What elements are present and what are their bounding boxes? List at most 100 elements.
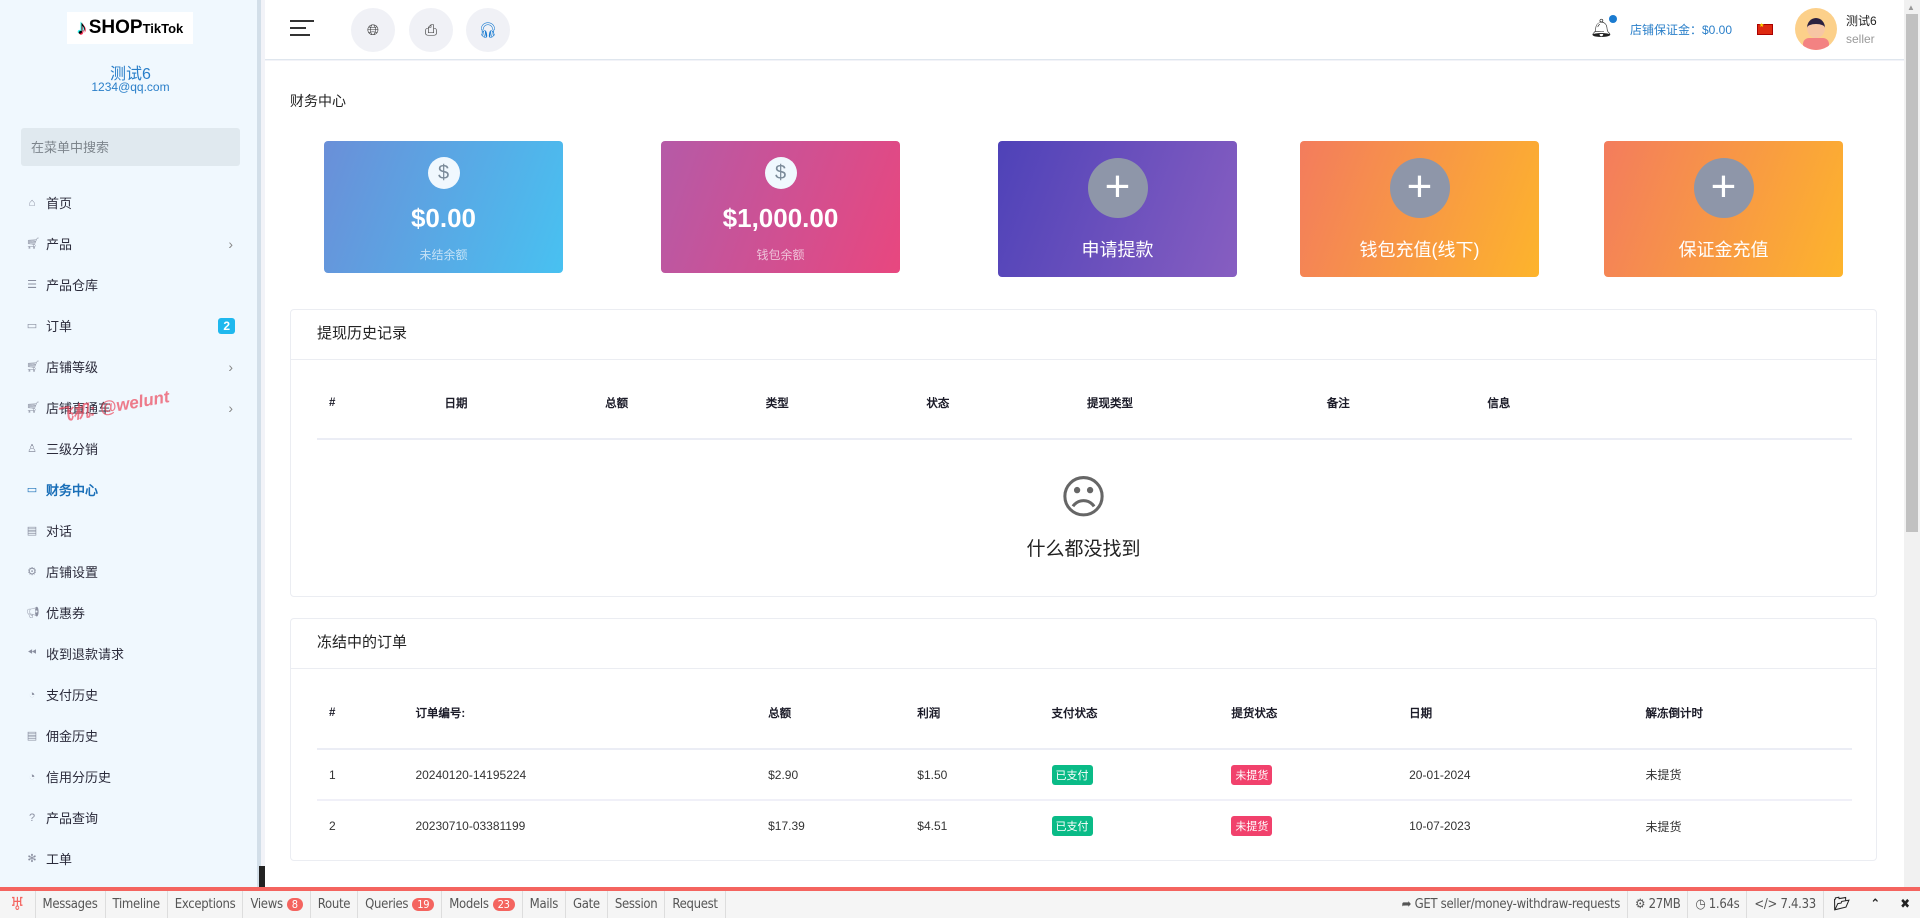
close-icon[interactable]: ✖ xyxy=(1890,897,1920,912)
sidebar-item[interactable]: 🛒︎ 店铺等级 › xyxy=(0,346,261,387)
sidebar-item[interactable]: ⏪︎ 收到退款请求 xyxy=(0,633,261,674)
php-version: </> 7.4.33 xyxy=(1747,891,1824,918)
chevron-right-icon: › xyxy=(228,399,233,416)
wallet-recharge-card[interactable]: + 钱包充值(线下) xyxy=(1300,141,1539,277)
debug-tab[interactable]: Queries 19 xyxy=(358,891,443,918)
chevron-right-icon: › xyxy=(228,235,233,252)
column-header: 类型 xyxy=(753,367,915,440)
sidebar-item[interactable]: 🛒︎ 产品 › xyxy=(0,223,261,264)
sidebar-item[interactable]: 📢︎ 优惠券 xyxy=(0,592,261,633)
sidebar-item[interactable]: ◔ 信用分历史 xyxy=(0,756,261,797)
sidebar-item-label: 佣金历史 xyxy=(46,729,99,744)
sidebar-item-label: 财务中心 xyxy=(46,483,99,498)
column-header: 总额 xyxy=(593,367,754,440)
table-cell: 未提货 xyxy=(1219,749,1398,801)
notification-dot xyxy=(1608,15,1617,23)
sidebar-item[interactable]: ▤ 对话 xyxy=(0,510,261,551)
empty-message: 什么都没找到 xyxy=(1026,539,1141,560)
sidebar-item[interactable]: ✻ 工单 xyxy=(0,838,261,879)
sidebar-item[interactable]: ▭ 订单 2 xyxy=(0,305,261,346)
header-user-name[interactable]: 测试6 xyxy=(1846,12,1877,29)
column-header: 利润 xyxy=(905,677,1040,750)
user-icon: ♙ xyxy=(27,443,37,455)
laravel-logo-icon[interactable]: ♅ xyxy=(0,891,36,918)
wallet-balance-card: $ $1,000.00 钱包余额 xyxy=(661,141,900,273)
debug-tab[interactable]: Models 23 xyxy=(442,891,523,918)
table-cell: 2 xyxy=(329,819,336,833)
debug-tab[interactable]: Timeline xyxy=(106,891,168,918)
sidebar-item-label: 支付历史 xyxy=(46,688,99,703)
payment-status-badge: 已支付 xyxy=(1051,764,1093,785)
scrollbar-thumb[interactable] xyxy=(1906,14,1918,532)
sidebar-item[interactable]: ▤ 佣金历史 xyxy=(0,715,261,756)
debug-tab-label: Gate xyxy=(573,897,600,912)
debug-tab[interactable]: Session xyxy=(608,891,666,918)
table-cell: 10-07-2023 xyxy=(1409,819,1471,833)
sidebar-item-label: 工单 xyxy=(46,852,73,867)
request-text: GET seller/money-withdraw-requests xyxy=(1414,897,1621,912)
scroll-up-icon[interactable]: ▲ xyxy=(1907,3,1915,12)
debug-tab[interactable]: Mails xyxy=(523,891,567,918)
menu-search-input[interactable] xyxy=(21,128,240,166)
table-row[interactable]: 1 20240120-14195224 $2.90 $1.50 已支付 未提货 20-01-… xyxy=(317,749,1852,801)
sidebar-item[interactable]: ? 产品查询 xyxy=(0,797,261,838)
sidebar-item[interactable]: ♙ 三级分销 xyxy=(0,428,261,469)
globe-button[interactable]: 🌐︎ xyxy=(351,8,395,52)
debug-tab-label: Request xyxy=(672,897,718,912)
cart-icon: 🛒︎ xyxy=(26,361,40,373)
print-button[interactable]: ⎙ xyxy=(409,8,453,52)
sidebar-item-label: 店铺设置 xyxy=(46,565,99,580)
code-icon: </> xyxy=(1754,897,1781,912)
debug-tab[interactable]: Request xyxy=(665,891,726,918)
sidebar-item[interactable]: ▭ 财务中心 xyxy=(0,469,261,510)
sidebar-item[interactable]: ☰ 产品仓库 xyxy=(0,264,261,305)
money-icon: ▭ xyxy=(26,484,38,496)
user-email: 1234@qq.com xyxy=(91,80,170,94)
menu-toggle-icon[interactable] xyxy=(290,20,314,38)
sidebar-item-label: 对话 xyxy=(46,524,73,539)
request-withdrawal-card[interactable]: + 申请提款 xyxy=(998,141,1237,277)
debug-tab[interactable]: Gate xyxy=(566,891,608,918)
withdraw-table: # 日期 总额 类型 状态 提现类型 备注 信息 xyxy=(317,367,1852,440)
debug-tab-count: 8 xyxy=(286,898,303,911)
logo-text: SHOP xyxy=(88,17,143,38)
tiktok-icon: ♪ xyxy=(76,16,87,39)
debug-tab[interactable]: Views 8 xyxy=(243,891,311,918)
sidebar-item-label: 产品仓库 xyxy=(46,278,99,293)
sidebar-item[interactable]: ⚙ 店铺设置 xyxy=(0,551,261,592)
sidebar-item-label: 优惠券 xyxy=(46,606,86,621)
store-deposit[interactable]: 店铺保证金：$0.00 xyxy=(1630,21,1732,38)
panel-title: 冻结中的订单 xyxy=(291,619,1876,669)
sidebar-item[interactable]: ◔ 支付历史 xyxy=(0,674,261,715)
shop-logo[interactable]: ♪ SHOP TikTok xyxy=(67,12,193,44)
debug-tab[interactable]: Exceptions xyxy=(168,891,244,918)
column-header: # xyxy=(317,367,433,440)
deposit-recharge-card[interactable]: + 保证金充值 xyxy=(1604,141,1843,277)
support-button[interactable]: 🎧︎ xyxy=(466,8,510,52)
page-scrollbar[interactable]: ▲ xyxy=(1904,0,1920,887)
avatar[interactable] xyxy=(1795,8,1837,50)
header-user-role: seller xyxy=(1846,32,1875,46)
chevron-up-icon[interactable]: ⌃ xyxy=(1860,897,1890,912)
debug-tab-count: 23 xyxy=(492,898,515,911)
document-icon: ▤ xyxy=(26,730,38,742)
balance-label: 未结余额 xyxy=(419,248,468,262)
debug-tab-label: Views xyxy=(250,897,283,912)
notification-bell-icon[interactable]: 🔔︎ xyxy=(1590,15,1617,39)
chevron-right-icon: › xyxy=(228,358,233,375)
table-row[interactable]: 2 20230710-03381199 $17.39 $4.51 已支付 未提货 10-07… xyxy=(317,800,1852,851)
ticket-icon: ▭ xyxy=(26,320,38,332)
china-flag-icon[interactable] xyxy=(1757,22,1773,35)
column-header: 日期 xyxy=(1397,677,1634,750)
folder-open-icon[interactable]: 📂︎ xyxy=(1824,897,1861,912)
sidebar-item[interactable]: ⌂ 首页 xyxy=(0,182,261,223)
plus-icon: + xyxy=(1087,158,1148,218)
frozen-orders-panel: 冻结中的订单 # 订单编号: 总额 利润 支付状态 提货状态 日期 解冻倒计时 1 2024012… xyxy=(290,618,1877,861)
settings-icon: ✻ xyxy=(27,853,37,865)
debug-tab[interactable]: Route xyxy=(311,891,359,918)
debug-tab[interactable]: Messages xyxy=(36,891,106,918)
question-icon: ? xyxy=(28,811,36,824)
printer-icon: ⎙ xyxy=(424,21,437,39)
sidebar-item-label: 首页 xyxy=(46,196,73,211)
pickup-status-badge: 未提货 xyxy=(1231,764,1273,785)
